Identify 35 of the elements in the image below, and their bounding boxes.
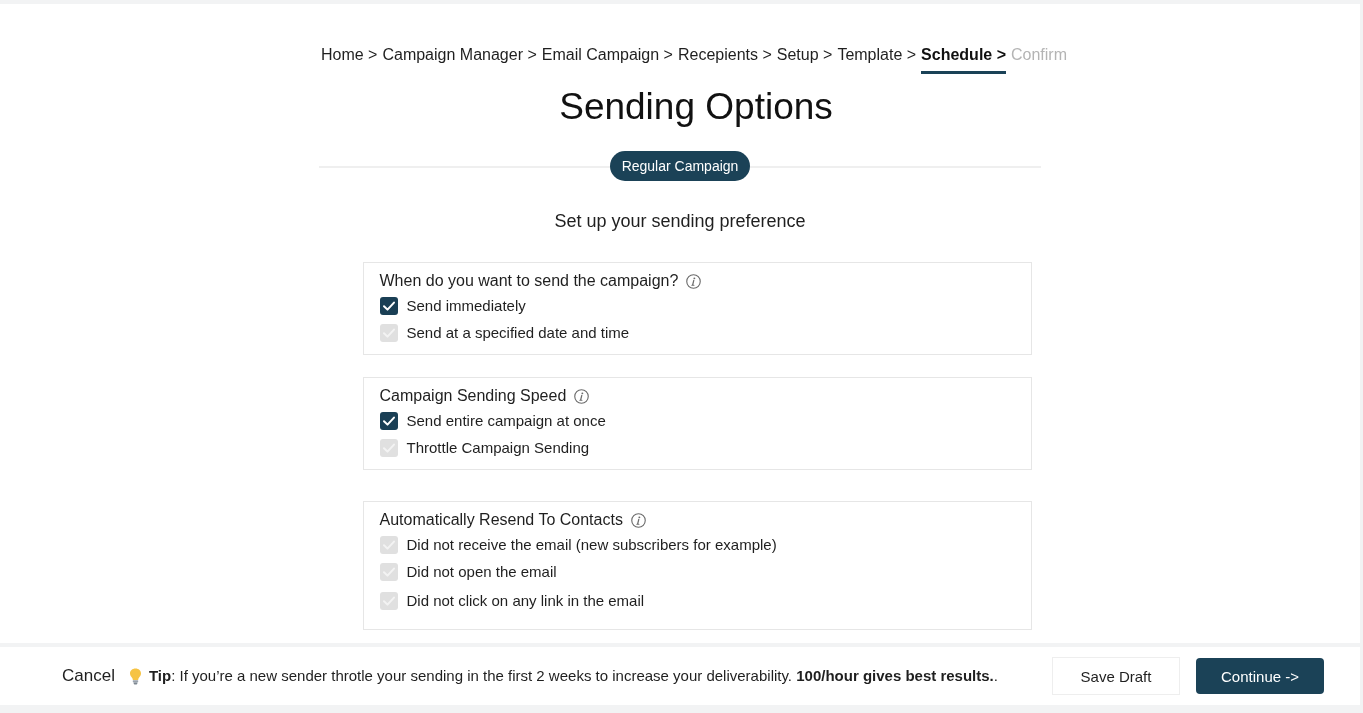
breadcrumb-link[interactable]: Template > <box>837 45 917 74</box>
continue-button[interactable]: Continue -> <box>1196 658 1324 694</box>
info-icon[interactable] <box>574 388 590 404</box>
breadcrumb-link[interactable]: Recepients > <box>677 45 772 74</box>
checkbox[interactable] <box>379 438 398 457</box>
card-title: When do you want to send the campaign? <box>379 271 679 291</box>
info-icon[interactable] <box>630 512 646 528</box>
breadcrumb-link[interactable]: Email Campaign > <box>541 45 673 74</box>
section-subtitle: Set up your sending preference <box>554 210 806 233</box>
option-label: Send at a specified date and time <box>406 322 630 343</box>
checkbox[interactable] <box>379 296 398 315</box>
option-label: Did not open the email <box>406 561 557 582</box>
info-icon[interactable] <box>686 273 702 289</box>
breadcrumb-link[interactable]: Schedule > <box>921 45 1006 74</box>
option-label: Throttle Campaign Sending <box>406 437 590 458</box>
option-label: Send immediately <box>406 295 526 316</box>
tip-text: Tip: If you’re a new sender throtle your sending in the first 2 weeks to increase your deliverability. 100/hour gives best results.. <box>148 666 998 686</box>
breadcrumb-link[interactable]: Setup > <box>776 45 833 74</box>
cancel-button[interactable]: Cancel <box>62 666 115 686</box>
checkbox[interactable] <box>379 592 398 610</box>
card-title: Automatically Resend To Contacts <box>379 510 623 530</box>
option-label: Did not receive the email (new subscribers for example) <box>406 534 777 555</box>
checkbox[interactable] <box>379 323 398 342</box>
save-draft-button[interactable]: Save Draft <box>1052 657 1180 695</box>
card-title: Campaign Sending Speed <box>379 386 567 406</box>
breadcrumb-link[interactable]: Home > <box>320 45 378 74</box>
page-title: Sending Options <box>559 85 833 129</box>
checkbox[interactable] <box>379 562 398 581</box>
checkbox[interactable] <box>379 535 398 554</box>
option-label: Did not click on any link in the email <box>406 591 645 611</box>
checkbox[interactable] <box>379 411 398 430</box>
campaign-type-pill[interactable]: Regular Campaign <box>609 151 751 181</box>
lightbulb-icon <box>128 667 142 685</box>
option-label: Send entire campaign at once <box>406 410 606 431</box>
breadcrumb-link[interactable]: Campaign Manager > <box>382 45 537 74</box>
